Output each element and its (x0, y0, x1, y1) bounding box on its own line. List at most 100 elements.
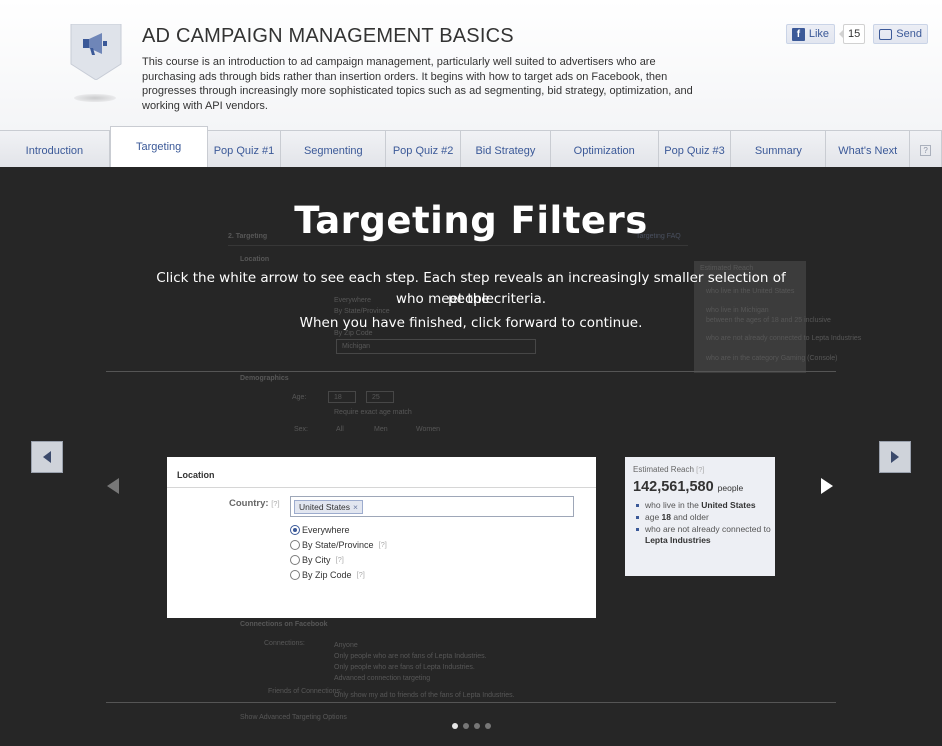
radio-by-city[interactable]: By City [?] (290, 552, 387, 567)
estimated-reach-panel: Estimated Reach [?] 142,561,580 people w… (625, 457, 775, 576)
list-item: who are not already connected to Lepta I… (633, 524, 771, 546)
list-item: who live in the United States (633, 500, 771, 511)
tab-pop-quiz-1[interactable]: Pop Quiz #1 (207, 131, 282, 167)
radio-label: By City (302, 554, 331, 565)
help-icon: ? (920, 145, 932, 156)
bg-sex-all: All (336, 426, 344, 433)
remove-token-icon[interactable]: × (353, 502, 358, 512)
bg-demographics: Demographics (240, 375, 289, 382)
bg-sex-men: Men (374, 426, 388, 433)
radio-button[interactable] (290, 524, 300, 535)
reach-criteria-list: who live in the United States age 18 and… (633, 500, 771, 547)
bg-age-max: 25 (372, 394, 380, 401)
send-icon (879, 28, 893, 40)
course-tabs: Introduction Targeting Pop Quiz #1 Segme… (0, 126, 942, 167)
location-panel: Location Country: [?] United States × Eve… (167, 457, 596, 618)
stage-divider-bottom (106, 702, 836, 703)
radio-by-zip[interactable]: By Zip Code [?] (290, 567, 387, 582)
radio-button[interactable] (290, 554, 300, 565)
list-item: age 18 and older (633, 512, 771, 523)
radio-label: By Zip Code (302, 569, 352, 580)
tab-pop-quiz-2[interactable]: Pop Quiz #2 (386, 131, 462, 167)
stage-divider-top (106, 371, 836, 372)
bg-anyone: Anyone (334, 642, 358, 649)
radio-help[interactable]: [?] (379, 540, 387, 549)
country-token: United States × (294, 500, 363, 514)
country-token-label: United States (299, 502, 351, 512)
pagination-dot[interactable] (463, 723, 469, 729)
country-label: Country: [?] (229, 498, 280, 509)
send-button[interactable]: Send (873, 24, 928, 44)
tab-bid-strategy[interactable]: Bid Strategy (461, 131, 551, 167)
radio-label: By State/Province (302, 539, 374, 550)
location-divider (167, 487, 596, 488)
next-step-arrow-icon[interactable] (821, 478, 833, 494)
help-button[interactable]: ? (910, 131, 942, 167)
reach-help[interactable]: [?] (696, 465, 704, 474)
radio-by-state[interactable]: By State/Province [?] (290, 537, 387, 552)
bg-friends-opt: Only show my ad to friends of the fans o… (334, 692, 515, 699)
bg-reach-4: who are not already connected to Lepta I… (706, 335, 862, 342)
next-slide-button[interactable] (879, 441, 911, 473)
tab-introduction[interactable]: Introduction (0, 131, 110, 167)
bg-location: Location (240, 256, 270, 263)
like-count: 15 (839, 24, 866, 44)
bg-friends-label: Friends of Connections: (268, 688, 342, 695)
radio-button[interactable] (290, 539, 300, 550)
bg-reach-5: who are in the category Gaming (Console) (706, 355, 838, 362)
facebook-icon: f (791, 27, 805, 41)
arrow-left-icon (43, 451, 51, 463)
slide-pagination (452, 723, 491, 729)
like-label: Like (808, 28, 830, 40)
bg-sex: Sex: (294, 426, 309, 433)
radio-help[interactable]: [?] (336, 555, 344, 564)
bg-connections: Connections on Facebook (240, 621, 328, 628)
social-buttons: f Like 15 Send (785, 24, 928, 44)
tab-targeting[interactable]: Targeting (109, 126, 208, 167)
reach-number-value: 142,561,580 (633, 479, 714, 495)
location-heading: Location (177, 470, 215, 480)
bg-age: Age: (292, 394, 307, 401)
bg-not-fans: Only people who are not fans of Lepta In… (334, 653, 487, 660)
reach-number: 142,561,580 people (633, 479, 743, 495)
bg-sex-women: Women (416, 426, 440, 433)
bg-advanced: Advanced connection targeting (334, 675, 431, 682)
reach-unit: people (717, 483, 744, 493)
country-label-text: Country: (229, 498, 269, 509)
radio-help[interactable]: [?] (357, 570, 365, 579)
tab-summary[interactable]: Summary (731, 131, 827, 167)
pagination-dot[interactable] (485, 723, 491, 729)
bg-exact-age: Require exact age match (334, 409, 412, 416)
course-header: AD CAMPAIGN MANAGEMENT BASICS This cours… (0, 0, 942, 130)
bg-state-value: Michigan (342, 343, 371, 350)
country-input[interactable]: United States × (290, 496, 574, 517)
pagination-dot[interactable] (474, 723, 480, 729)
previous-slide-button[interactable] (31, 441, 63, 473)
send-label: Send (896, 28, 922, 40)
bg-fans: Only people who are fans of Lepta Indust… (334, 664, 475, 671)
bg-connections-label: Connections: (264, 640, 305, 647)
slide-title: Targeting Filters (294, 199, 648, 242)
radio-everywhere[interactable]: Everywhere (290, 522, 387, 537)
tab-pop-quiz-3[interactable]: Pop Quiz #3 (658, 131, 732, 167)
location-radio-group: Everywhere By State/Province [?] By City… (290, 522, 387, 582)
arrow-right-icon (891, 451, 899, 463)
slide-stage: 2. Targeting Targeting FAQ Location Ever… (0, 167, 942, 746)
bg-age-min: 18 (334, 394, 342, 401)
estimated-reach-label: Estimated Reach [?] (633, 465, 705, 474)
like-button[interactable]: f Like (785, 24, 836, 44)
tab-whats-next[interactable]: What's Next (826, 131, 911, 167)
megaphone-icon (70, 24, 122, 80)
slide-instruction-2: who meet the criteria. (395, 291, 547, 307)
previous-step-arrow-icon[interactable] (107, 478, 119, 494)
radio-label: Everywhere (302, 524, 350, 535)
bg-show-advanced: Show Advanced Targeting Options (240, 714, 347, 721)
reach-label-text: Estimated Reach (633, 465, 694, 474)
radio-button[interactable] (290, 569, 300, 580)
course-description: This course is an introduction to ad cam… (142, 56, 693, 112)
tab-segmenting[interactable]: Segmenting (281, 131, 387, 167)
slide-instruction-3: When you have finished, click forward to… (299, 315, 643, 331)
tab-optimization[interactable]: Optimization (550, 131, 659, 167)
pagination-dot[interactable] (452, 723, 458, 729)
country-help[interactable]: [?] (271, 499, 279, 508)
